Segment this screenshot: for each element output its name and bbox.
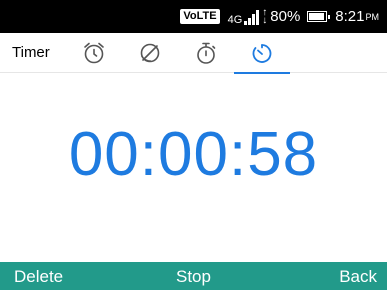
stopwatch-icon [197, 42, 216, 64]
stop-button[interactable]: Stop [0, 267, 387, 287]
clock-ampm: PM [365, 11, 380, 22]
countdown-display: 00:00:58 [68, 120, 319, 189]
clock-time: 8:21 [335, 8, 365, 25]
tab-alarm[interactable] [66, 33, 122, 73]
volte-indicator: VoLTE [180, 9, 220, 24]
tab-stopwatch[interactable] [178, 33, 234, 73]
tab-timer[interactable] [234, 33, 290, 74]
softkey-bar: Delete Stop Back [0, 262, 387, 290]
network-type: 4G [227, 13, 243, 26]
status-bar: VoLTE 4G ↑ ↓ 80% 8:21 PM [0, 0, 387, 33]
battery-icon [307, 11, 331, 22]
countdown-timer-icon [252, 44, 272, 63]
active-tab-indicator [234, 72, 290, 74]
page-title: Timer [12, 44, 50, 61]
tab-world-clock[interactable] [122, 33, 178, 73]
world-clock-icon [140, 43, 160, 63]
alarm-clock-icon [84, 42, 104, 64]
data-activity-icon: ↑ ↓ [262, 6, 268, 26]
signal-strength-icon [244, 9, 260, 25]
tab-bar: Timer [0, 33, 387, 74]
back-button[interactable]: Back [339, 267, 377, 287]
battery-percent: 80% [270, 8, 301, 25]
